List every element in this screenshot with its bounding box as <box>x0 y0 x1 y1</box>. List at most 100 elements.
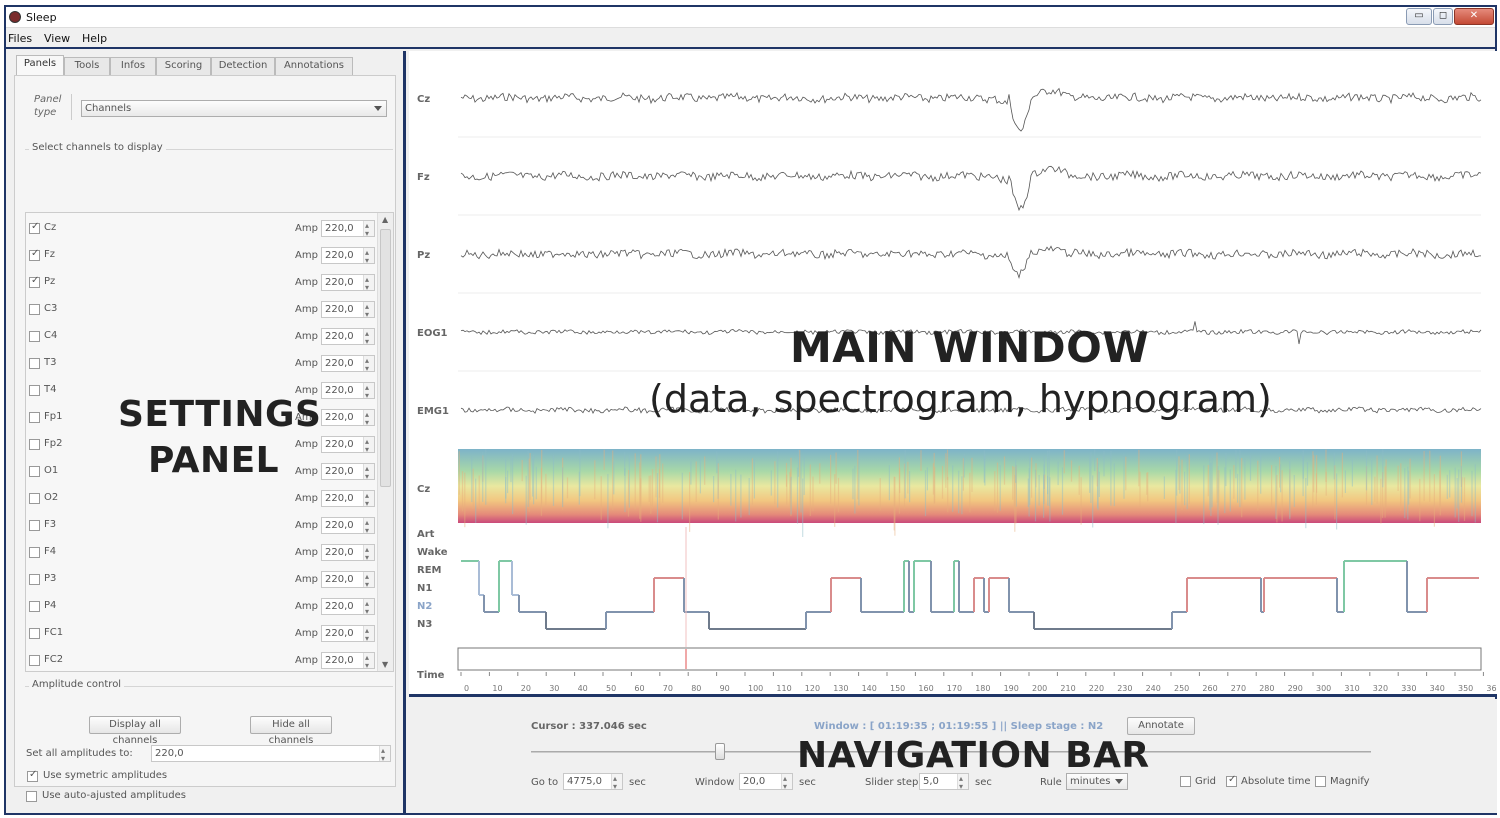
amp-value: 220,0 <box>325 574 354 585</box>
scroll-up-icon[interactable]: ▲ <box>382 215 388 224</box>
spin-arrows-icon[interactable] <box>363 218 374 241</box>
spin-arrows-icon[interactable] <box>363 380 374 403</box>
channel-checkbox[interactable] <box>29 358 40 369</box>
maximize-button[interactable]: ◻ <box>1433 8 1453 25</box>
channel-name: C3 <box>44 303 58 314</box>
spin-arrows-icon[interactable] <box>611 771 622 794</box>
spin-arrows-icon[interactable] <box>363 650 374 671</box>
amp-input[interactable]: 220,0 <box>321 596 375 619</box>
spin-arrows-icon[interactable] <box>781 771 792 794</box>
tab-annotations[interactable]: Annotations <box>275 57 353 75</box>
amp-input[interactable]: 220,0 <box>321 380 375 403</box>
amp-input[interactable]: 220,0 <box>321 245 375 268</box>
grid-checkbox[interactable] <box>1180 776 1191 787</box>
amp-input[interactable]: 220,0 <box>321 515 375 538</box>
scrollbar-thumb[interactable] <box>380 229 391 487</box>
amp-input[interactable]: 220,0 <box>321 569 375 592</box>
spectrogram-streak <box>535 466 537 500</box>
goto-input[interactable]: 4775,0 <box>563 771 623 794</box>
menu-files[interactable]: Files <box>8 32 32 45</box>
amp-input[interactable]: 220,0 <box>321 461 375 484</box>
channel-checkbox[interactable] <box>29 221 40 234</box>
magnify-checkbox[interactable] <box>1315 776 1326 787</box>
channel-checkbox[interactable] <box>29 493 40 504</box>
spin-arrows-icon[interactable] <box>957 771 968 794</box>
channel-list-scrollbar[interactable]: ▲ ▼ <box>377 213 393 671</box>
tab-detection[interactable]: Detection <box>211 57 275 75</box>
amp-input[interactable]: 220,0 <box>321 488 375 511</box>
spin-arrows-icon[interactable] <box>363 488 374 511</box>
spectrogram-streak <box>699 458 701 494</box>
channel-checkbox[interactable] <box>29 466 40 477</box>
spin-arrows-icon[interactable] <box>363 326 374 349</box>
set-all-amplitudes-label: Set all amplitudes to: <box>26 748 133 759</box>
use-auto-adjusted-checkbox[interactable] <box>26 791 37 802</box>
channel-checkbox[interactable] <box>29 412 40 423</box>
spectrogram-streak <box>1439 455 1441 516</box>
time-tick-label: 310 <box>1344 684 1359 693</box>
tab-panels[interactable]: Panels <box>16 55 64 75</box>
amp-input[interactable]: 220,0 <box>321 353 375 376</box>
amp-input[interactable]: 220,0 <box>321 407 375 430</box>
spin-arrows-icon[interactable] <box>363 299 374 322</box>
spin-arrows-icon[interactable] <box>363 272 374 295</box>
set-all-amplitudes-input[interactable]: 220,0 <box>151 743 391 766</box>
tab-tools[interactable]: Tools <box>64 57 110 75</box>
amp-input[interactable]: 220,0 <box>321 272 375 295</box>
amp-input[interactable]: 220,0 <box>321 650 375 671</box>
annotate-button[interactable]: Annotate <box>1127 717 1195 735</box>
tab-infos[interactable]: Infos <box>110 57 156 75</box>
amp-input[interactable]: 220,0 <box>321 623 375 646</box>
spin-arrows-icon[interactable] <box>363 569 374 592</box>
channel-checkbox[interactable] <box>29 655 40 666</box>
spin-arrows-icon[interactable] <box>363 353 374 376</box>
title-bar: Sleep ▭ ◻ ✕ <box>6 7 1495 28</box>
channel-checkbox[interactable] <box>29 385 40 396</box>
spin-arrows-icon[interactable] <box>363 245 374 268</box>
close-button[interactable]: ✕ <box>1454 8 1494 25</box>
cursor-readout: Cursor : 337.046 sec <box>531 721 647 732</box>
hide-all-channels-button[interactable]: Hide all channels <box>250 716 332 746</box>
channel-checkbox[interactable] <box>29 520 40 531</box>
spin-arrows-icon[interactable] <box>363 596 374 619</box>
use-symmetric-checkbox[interactable] <box>27 769 38 782</box>
absolute-time-checkbox[interactable] <box>1226 774 1237 787</box>
channel-checkbox[interactable] <box>29 248 40 261</box>
spin-arrows-icon[interactable] <box>379 743 390 766</box>
channel-checkbox[interactable] <box>29 304 40 315</box>
spin-arrows-icon[interactable] <box>363 515 374 538</box>
amp-input[interactable]: 220,0 <box>321 218 375 241</box>
amp-input[interactable]: 220,0 <box>321 434 375 457</box>
display-all-channels-button[interactable]: Display all channels <box>89 716 181 746</box>
spin-arrows-icon[interactable] <box>363 623 374 646</box>
channel-checkbox[interactable] <box>29 574 40 585</box>
spin-arrows-icon[interactable] <box>363 461 374 484</box>
channel-checkbox[interactable] <box>29 439 40 450</box>
channel-checkbox[interactable] <box>29 547 40 558</box>
channel-row: FC2 Amp 220,0 <box>26 648 376 671</box>
spin-arrows-icon[interactable] <box>363 542 374 565</box>
channel-name: Cz <box>44 222 57 233</box>
spin-arrows-icon[interactable] <box>363 407 374 430</box>
minimize-button[interactable]: ▭ <box>1406 8 1432 25</box>
signal-canvas[interactable]: 0 10 20 30 40 50 60 70 80 90 100 110 120 130 140 150 160… <box>409 51 1497 697</box>
time-bar[interactable] <box>457 647 1482 671</box>
channel-checkbox[interactable] <box>29 275 40 288</box>
channel-checkbox[interactable] <box>29 601 40 612</box>
menu-view[interactable]: View <box>44 32 70 45</box>
slider-step-unit: sec <box>975 777 992 788</box>
amp-input[interactable]: 220,0 <box>321 542 375 565</box>
amp-input[interactable]: 220,0 <box>321 299 375 322</box>
menu-help[interactable]: Help <box>82 32 107 45</box>
channel-checkbox[interactable] <box>29 628 40 639</box>
spectrogram-streak <box>1241 458 1243 518</box>
time-slider-handle[interactable] <box>715 743 725 760</box>
tab-scoring[interactable]: Scoring <box>156 57 211 75</box>
spin-arrows-icon[interactable] <box>363 434 374 457</box>
spectrogram-streak <box>525 475 527 525</box>
channel-checkbox[interactable] <box>29 331 40 342</box>
scroll-down-icon[interactable]: ▼ <box>382 660 388 669</box>
amp-input[interactable]: 220,0 <box>321 326 375 349</box>
window-input[interactable]: 20,0 <box>739 771 793 794</box>
panel-type-select[interactable]: Channels <box>81 100 387 117</box>
